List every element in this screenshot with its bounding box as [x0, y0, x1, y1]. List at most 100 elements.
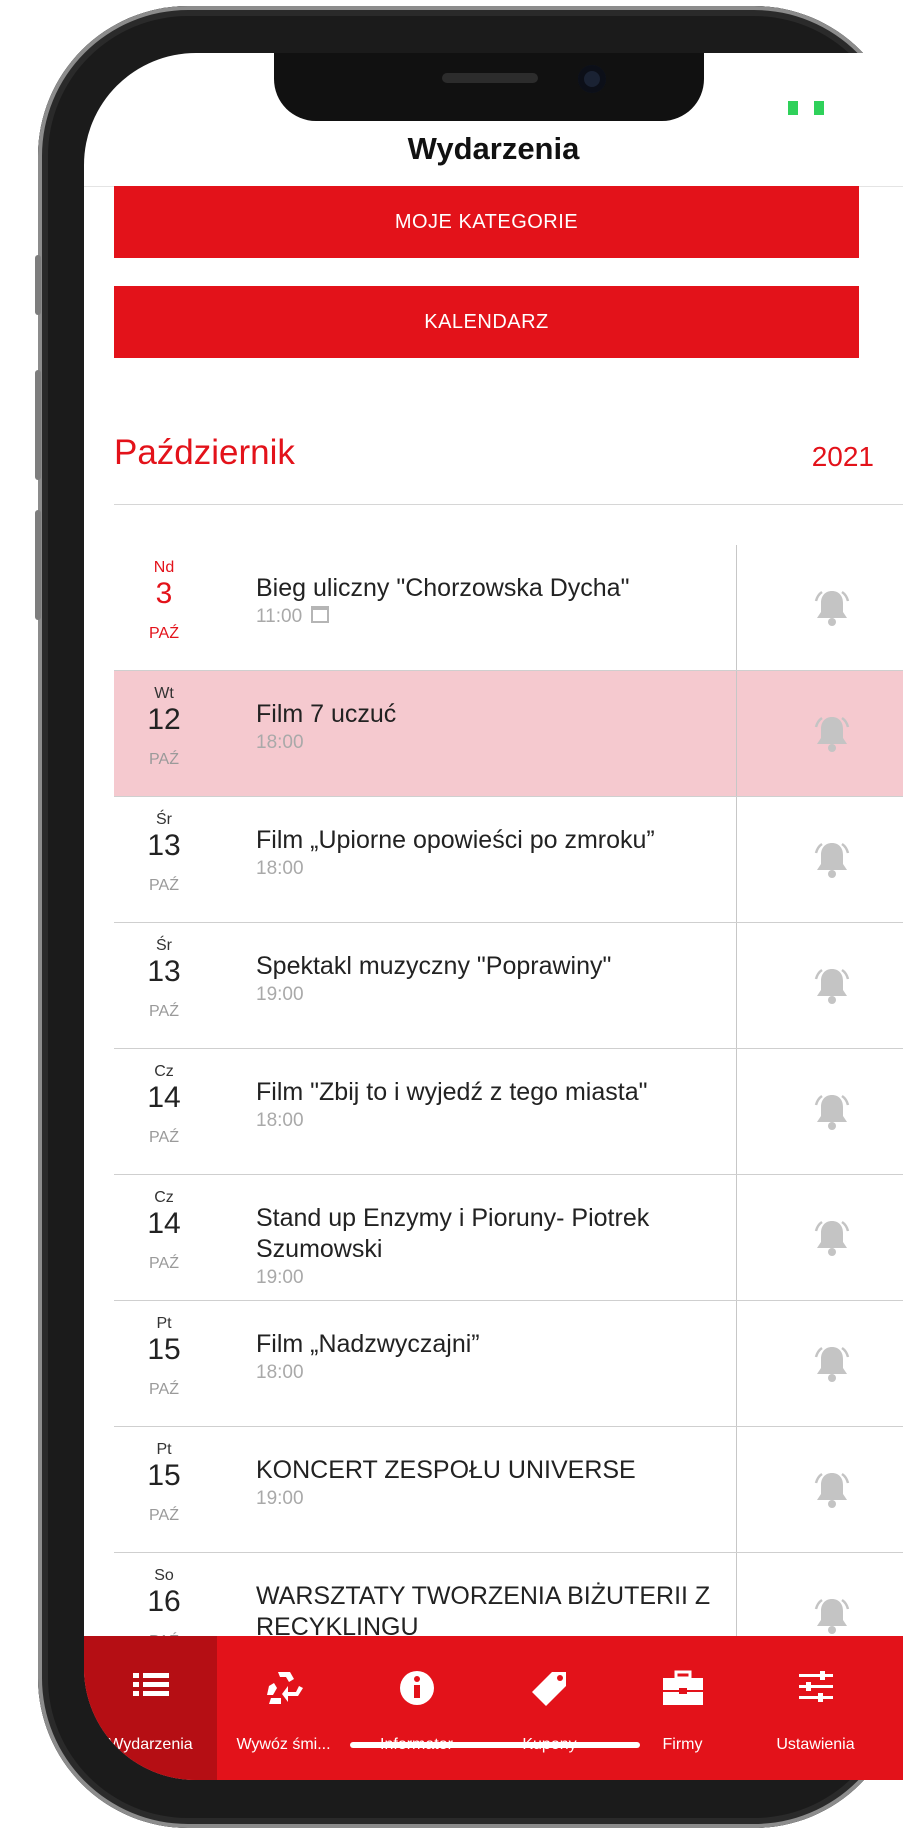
event-weekday: Nd	[153, 559, 175, 576]
event-row[interactable]: Śr 13 PAŹ Spektakl muzyczny "Poprawiny" 19:0…	[114, 923, 903, 1049]
row-separator	[736, 923, 737, 1048]
event-time-line: 18:00	[256, 858, 716, 880]
event-weekday: Wt	[154, 685, 174, 702]
event-time: 19:00	[256, 1488, 304, 1509]
speaker-grille	[442, 73, 538, 83]
tab-firmy[interactable]: Firmy	[616, 1636, 749, 1780]
event-time-line: 19:00	[256, 1488, 716, 1510]
event-title: KONCERT ZESPOŁU UNIVERSE	[256, 1456, 636, 1484]
event-title: WARSZTATY TWORZENIA BIŻUTERII Z RECYKLIN…	[256, 1582, 711, 1641]
nav-header: Wydarzenia	[84, 113, 903, 185]
tab-informator[interactable]: Informator	[350, 1636, 483, 1780]
event-date: Nd 3 PAŹ	[114, 545, 214, 670]
page-title: Wydarzenia	[407, 131, 580, 166]
event-month: PAŹ	[149, 625, 179, 642]
row-separator	[736, 797, 737, 922]
event-time: 18:00	[256, 1110, 304, 1131]
silent-switch	[35, 255, 41, 315]
row-separator	[736, 1427, 737, 1552]
month-header: Październik 2021	[114, 433, 874, 493]
bell-icon[interactable]	[808, 585, 856, 631]
event-date: Wt 12 PAŹ	[114, 671, 214, 796]
event-weekday: Śr	[156, 937, 172, 954]
notch	[274, 53, 704, 121]
tab-bar: Wydarzenia Wywóz śmi... InformatorKuponyFi…	[84, 1636, 903, 1780]
event-info: Spektakl muzyczny "Poprawiny" 19:00	[256, 951, 716, 1006]
event-info: KONCERT ZESPOŁU UNIVERSE 19:00	[256, 1455, 716, 1510]
event-day: 3	[155, 577, 173, 610]
event-row[interactable]: Cz 14 PAŹ Stand up Enzymy i Pioruny- Piotre…	[114, 1175, 903, 1301]
event-row[interactable]: Śr 13 PAŹ Film „Upiorne opowieści po zmroku…	[114, 797, 903, 923]
event-time: 19:00	[256, 984, 304, 1005]
row-separator	[736, 671, 737, 796]
tab-wyw-z-mi[interactable]: Wywóz śmi...	[217, 1636, 350, 1780]
bell-icon[interactable]	[808, 1215, 856, 1261]
event-row[interactable]: Pt 15 PAŹ Film „Nadzwyczajni” 18:00	[114, 1301, 903, 1427]
bell-icon[interactable]	[808, 963, 856, 1009]
event-date: Cz 14 PAŹ	[114, 1049, 214, 1174]
calendar-button[interactable]: KALENDARZ	[114, 286, 859, 358]
event-weekday: So	[154, 1567, 174, 1584]
bell-icon[interactable]	[808, 1593, 856, 1639]
event-title: Film "Zbij to i wyjedź z tego miasta"	[256, 1078, 648, 1106]
event-info: Film "Zbij to i wyjedź z tego miasta" 18:…	[256, 1077, 716, 1132]
row-separator	[736, 1175, 737, 1300]
event-info: Stand up Enzymy i Pioruny- Piotrek Szumo…	[256, 1203, 716, 1289]
bell-icon[interactable]	[808, 1089, 856, 1135]
event-time-line: 11:00	[256, 606, 716, 628]
event-month: PAŹ	[149, 1381, 179, 1398]
bell-icon[interactable]	[808, 837, 856, 883]
event-time: 18:00	[256, 1362, 304, 1383]
row-separator	[736, 1301, 737, 1426]
event-row[interactable]: Wt 12 PAŹ Film 7 uczuć 18:00	[114, 671, 903, 797]
row-separator	[736, 1049, 737, 1174]
my-categories-button[interactable]: MOJE KATEGORIE	[114, 186, 859, 258]
year-label: 2021	[811, 441, 874, 472]
event-row[interactable]: Pt 15 PAŹ KONCERT ZESPOŁU UNIVERSE 19:00	[114, 1427, 903, 1553]
event-month: PAŹ	[149, 751, 179, 768]
month-divider	[114, 504, 903, 505]
event-info: Film „Upiorne opowieści po zmroku” 18:00	[256, 825, 716, 880]
app-screen: Wydarzenia MOJE KATEGORIE KALENDARZ Paźd…	[84, 53, 903, 1780]
event-time: 18:00	[256, 732, 304, 753]
event-row[interactable]: Cz 14 PAŹ Film "Zbij to i wyjedź z tego mia…	[114, 1049, 903, 1175]
event-list: Nd 3 PAŹ Bieg uliczny "Chorzowska Dycha" 11:…	[114, 545, 903, 1679]
volume-down-button	[35, 510, 41, 620]
tab-wydarzenia[interactable]: Wydarzenia	[84, 1636, 217, 1780]
event-weekday: Cz	[154, 1063, 174, 1080]
row-separator	[736, 545, 737, 670]
event-day: 16	[147, 1585, 181, 1618]
event-weekday: Śr	[156, 811, 172, 828]
event-day: 14	[147, 1081, 181, 1114]
home-indicator[interactable]	[350, 1742, 640, 1748]
event-date: Śr 13 PAŹ	[114, 923, 214, 1048]
event-time-line: 18:00	[256, 1362, 716, 1384]
event-time: 19:00	[256, 1267, 304, 1288]
event-title: Bieg uliczny "Chorzowska Dycha"	[256, 574, 630, 602]
event-info: Bieg uliczny "Chorzowska Dycha" 11:00	[256, 573, 716, 628]
event-day: 15	[147, 1459, 181, 1492]
month-name: Październik	[114, 433, 295, 472]
tab-ustawienia[interactable]: Ustawienia	[749, 1636, 882, 1780]
event-time-line: 19:00	[256, 1267, 716, 1289]
tab-kupony[interactable]: Kupony	[483, 1636, 616, 1780]
event-weekday: Cz	[154, 1189, 174, 1206]
event-time-line: 19:00	[256, 984, 716, 1006]
event-row[interactable]: Nd 3 PAŹ Bieg uliczny "Chorzowska Dycha" 11:…	[114, 545, 903, 671]
tab-label: Wywóz śmi...	[236, 1736, 331, 1753]
volume-up-button	[35, 370, 41, 480]
event-date: Pt 15 PAŹ	[114, 1427, 214, 1552]
front-camera	[578, 65, 606, 93]
event-day: 13	[147, 829, 181, 862]
event-date: Cz 14 PAŹ	[114, 1175, 214, 1300]
event-weekday: Pt	[156, 1315, 172, 1332]
event-title: Film „Nadzwyczajni”	[256, 1330, 480, 1358]
event-day: 12	[147, 703, 181, 736]
bell-icon[interactable]	[808, 1467, 856, 1513]
event-title: Film 7 uczuć	[256, 700, 397, 728]
bell-icon[interactable]	[808, 711, 856, 757]
event-info: Film „Nadzwyczajni” 18:00	[256, 1329, 716, 1384]
event-info: Film 7 uczuć 18:00	[256, 699, 716, 754]
event-date: Śr 13 PAŹ	[114, 797, 214, 922]
bell-icon[interactable]	[808, 1341, 856, 1387]
